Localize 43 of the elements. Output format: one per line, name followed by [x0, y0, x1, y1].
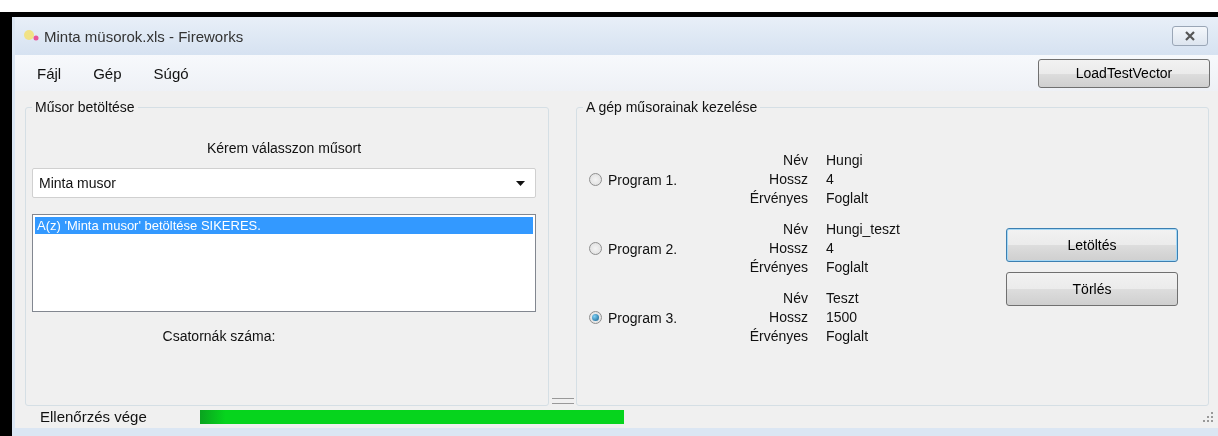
channels-label: Csatornák száma: [162, 328, 276, 344]
field-label: Hossz [768, 171, 808, 188]
field-label: Érvényes [748, 328, 808, 345]
field-value: Foglalt [826, 190, 869, 207]
resize-grip-icon [1202, 411, 1214, 423]
field-value: 4 [826, 171, 835, 188]
load-test-vector-button[interactable]: LoadTestVector [1038, 58, 1210, 88]
dropdown-caret-icon [516, 180, 525, 186]
action-button[interactable]: Letöltés [1006, 228, 1178, 262]
radio-label[interactable]: Program 3. [608, 309, 718, 326]
field-label: Érvényes [748, 190, 808, 207]
status-label: Ellenőrzés vége [39, 410, 148, 424]
radio-label[interactable]: Program 1. [608, 171, 718, 188]
radio-label[interactable]: Program 2. [608, 240, 718, 257]
menu-item[interactable]: Fájl [35, 62, 64, 84]
field-label: Név [782, 221, 808, 238]
group-title: A gép műsorainak kezelése [583, 99, 761, 115]
field-label: Név [782, 152, 808, 169]
field-value: Teszt [826, 290, 860, 307]
program-dropdown[interactable]: Minta musor [32, 168, 536, 198]
field-value: Foglalt [826, 259, 870, 276]
field-value: 1500 [826, 309, 859, 326]
app-icon [23, 29, 39, 43]
field-value: Hungi [826, 152, 864, 169]
field-value: Hungi_teszt [826, 221, 900, 238]
field-label: Hossz [768, 240, 808, 257]
prompt-label: Kérem válasszon műsort [206, 140, 362, 156]
field-label: Hossz [768, 309, 808, 326]
radio-button[interactable] [589, 173, 602, 186]
field-value: 4 [826, 240, 835, 257]
radio-button[interactable] [589, 242, 602, 255]
close-button[interactable] [1172, 26, 1208, 46]
menu-item[interactable]: Gép [91, 62, 124, 84]
group-title: Műsor betöltése [32, 99, 138, 115]
radio-button[interactable] [589, 311, 602, 324]
window-title: Minta müsorok.xls - Fireworks [44, 27, 245, 45]
menu-item[interactable]: Súgó [151, 62, 191, 84]
close-icon [1184, 31, 1196, 41]
field-value: Foglalt [826, 328, 869, 345]
field-label: Érvényes [748, 259, 808, 276]
dropdown-value: Minta musor [39, 175, 118, 191]
action-button[interactable]: Törlés [1006, 272, 1178, 306]
field-label: Név [782, 290, 808, 307]
